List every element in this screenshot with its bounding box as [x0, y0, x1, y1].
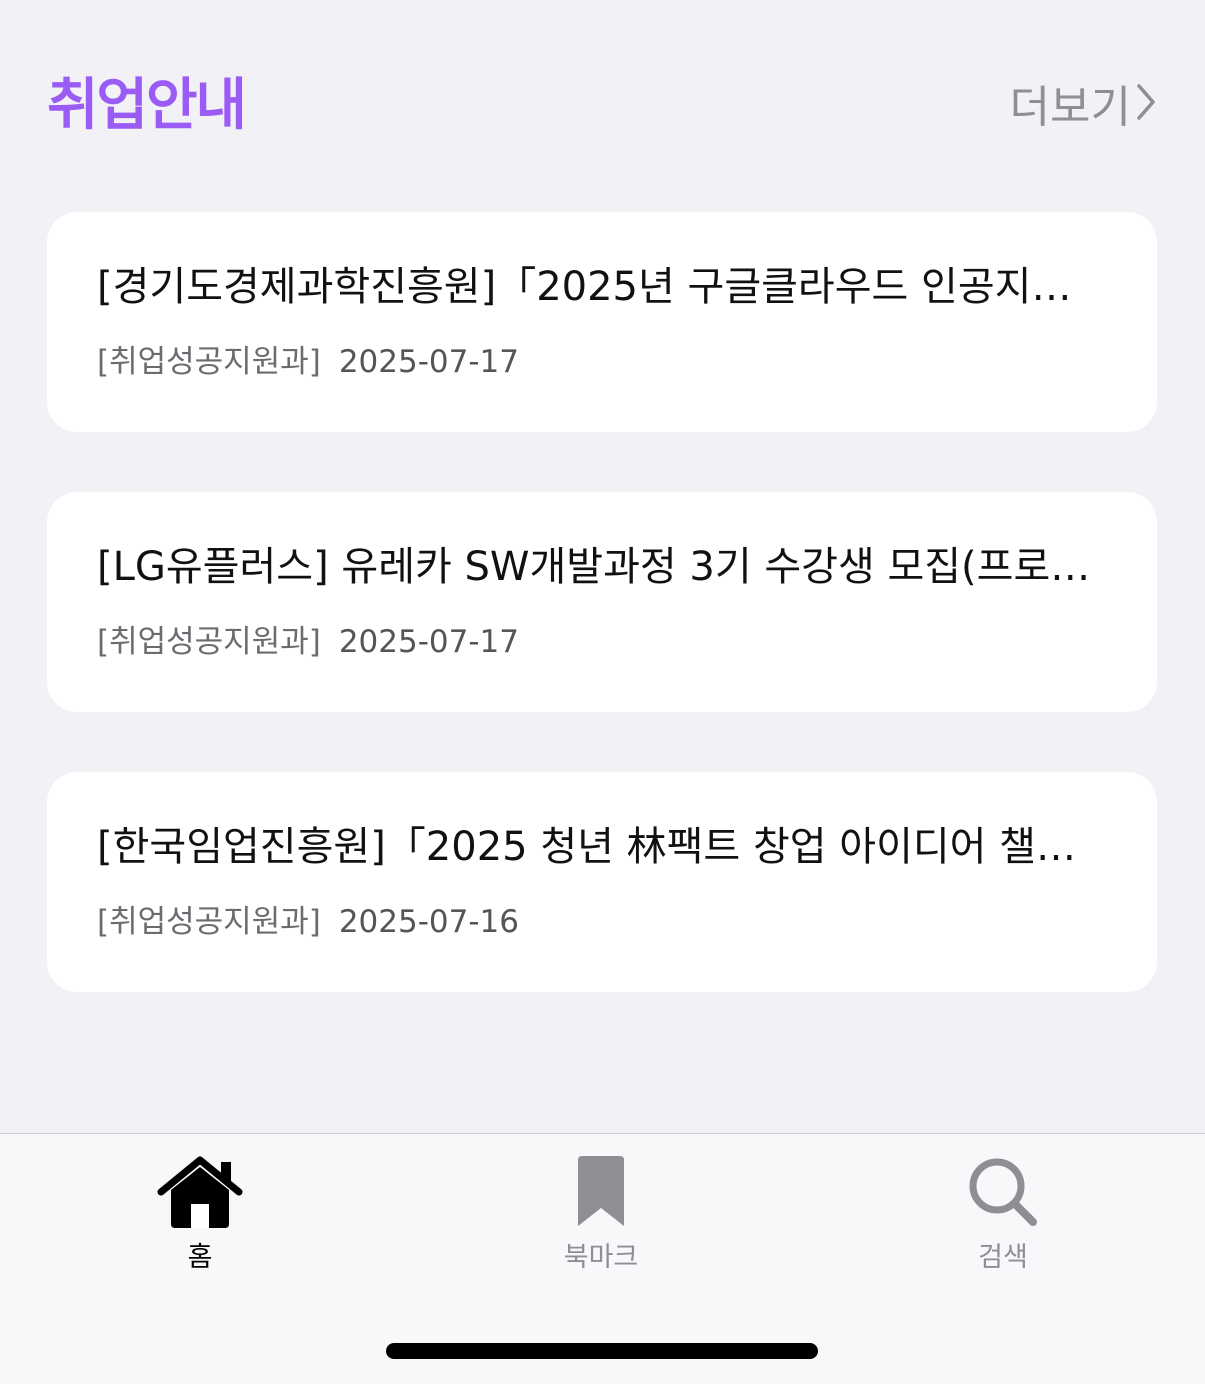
- post-card[interactable]: [한국임업진흥원]「2025 청년 林팩트 창업 아이디어 챌린지 [취업성공지…: [47, 772, 1157, 992]
- section-header: 취업안내 더보기: [47, 68, 1157, 148]
- tab-home-label: 홈: [187, 1242, 213, 1273]
- post-date: 2025-07-17: [338, 344, 519, 380]
- post-date: 2025-07-16: [338, 904, 519, 940]
- tab-home[interactable]: 홈: [100, 1152, 300, 1282]
- home-icon: [155, 1152, 245, 1232]
- bookmark-icon: [556, 1152, 646, 1232]
- tab-search-label: 검색: [978, 1242, 1028, 1273]
- post-department: [취업성공지원과]: [97, 344, 321, 380]
- section-title: 취업안내: [47, 73, 247, 138]
- post-title: [한국임업진흥원]「2025 청년 林팩트 창업 아이디어 챌린지: [97, 824, 1102, 870]
- post-title: [LG유플러스] 유레카 SW개발과정 3기 수강생 모집(프로그램: [97, 544, 1102, 590]
- post-meta: [취업성공지원과] 2025-07-16: [97, 900, 519, 944]
- tab-search[interactable]: 검색: [903, 1152, 1103, 1282]
- post-card[interactable]: [경기도경제과학진흥원]「2025년 구글클라우드 인공지능 교육 [취업성공지…: [47, 212, 1157, 432]
- chevron-right-icon: [1135, 78, 1157, 138]
- search-icon: [958, 1152, 1048, 1232]
- post-department: [취업성공지원과]: [97, 624, 321, 660]
- tab-bookmark-label: 북마크: [563, 1242, 639, 1273]
- post-meta: [취업성공지원과] 2025-07-17: [97, 340, 519, 384]
- post-date: 2025-07-17: [338, 624, 519, 660]
- post-card[interactable]: [LG유플러스] 유레카 SW개발과정 3기 수강생 모집(프로그램 [취업성공…: [47, 492, 1157, 712]
- post-meta: [취업성공지원과] 2025-07-17: [97, 620, 519, 664]
- home-indicator: [386, 1343, 818, 1359]
- tab-bookmark[interactable]: 북마크: [501, 1152, 701, 1282]
- post-title: [경기도경제과학진흥원]「2025년 구글클라우드 인공지능 교육: [97, 264, 1102, 310]
- more-link[interactable]: 더보기: [1010, 78, 1157, 138]
- more-link-label: 더보기: [1009, 82, 1131, 133]
- post-department: [취업성공지원과]: [97, 904, 321, 940]
